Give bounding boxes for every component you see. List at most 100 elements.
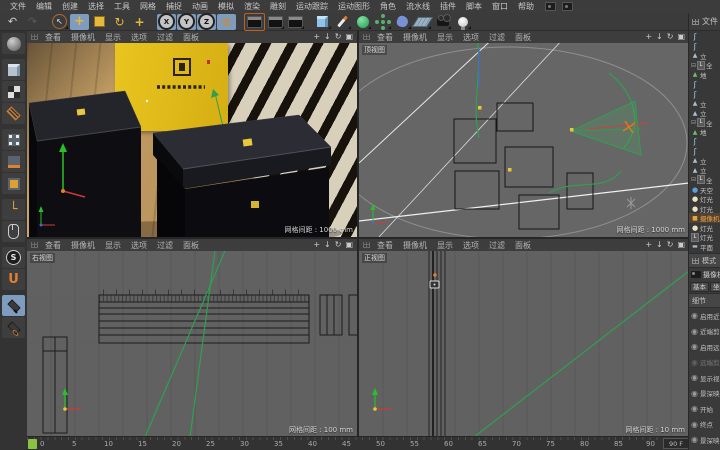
- lock-workplane-button[interactable]: [2, 295, 25, 316]
- add-mograph-button[interactable]: [373, 14, 392, 30]
- rotate-tool-button[interactable]: ↻: [110, 14, 129, 30]
- lock-z-axis-button[interactable]: Z: [197, 14, 216, 30]
- attribute-row[interactable]: ◉显示视: [689, 370, 720, 386]
- menu-plugins[interactable]: 插件: [435, 1, 461, 12]
- vp-menu-filter[interactable]: 过滤: [484, 240, 510, 251]
- object-tree-item-selected[interactable]: 摄像机: [689, 213, 720, 223]
- add-light-button[interactable]: [453, 14, 472, 30]
- tab-coordinates[interactable]: 坐标: [710, 282, 720, 292]
- object-tree-item[interactable]: 立: [689, 166, 720, 176]
- object-tree-item[interactable]: 立: [689, 99, 720, 109]
- vp-menu-panel[interactable]: 面板: [510, 240, 536, 251]
- menu-script[interactable]: 脚本: [461, 1, 487, 12]
- attribute-row[interactable]: ◉开始: [689, 401, 720, 417]
- vp-menu-view[interactable]: 查看: [372, 32, 398, 43]
- attribute-section-header[interactable]: 细节: [689, 293, 720, 308]
- render-to-picture-viewer-button[interactable]: [266, 14, 285, 30]
- attribute-row[interactable]: ◉终点: [689, 417, 720, 433]
- edges-mode-button[interactable]: [2, 151, 25, 172]
- vp-menu-view[interactable]: 查看: [40, 32, 66, 43]
- menu-window[interactable]: 窗口: [487, 1, 513, 12]
- object-tree-item[interactable]: [689, 137, 720, 147]
- render-settings-button[interactable]: [286, 14, 305, 30]
- menu-animate[interactable]: 动画: [187, 1, 213, 12]
- toggle-view-icon[interactable]: ▣: [677, 239, 685, 251]
- object-tree-item[interactable]: 平面: [689, 242, 720, 252]
- dolly-view-icon[interactable]: ↓: [656, 31, 663, 43]
- polygons-mode-button[interactable]: [2, 173, 25, 194]
- menu-file[interactable]: 文件: [5, 1, 31, 12]
- collapse-icon[interactable]: ⊟: [691, 62, 696, 69]
- orbit-view-icon[interactable]: ↻: [667, 31, 674, 43]
- magnet-snap-button[interactable]: U: [2, 269, 25, 290]
- move-tool-button[interactable]: +: [70, 14, 89, 30]
- object-tree-item[interactable]: 立: [689, 108, 720, 118]
- object-tree-item[interactable]: ⊟全: [689, 118, 720, 128]
- menu-edit[interactable]: 编辑: [31, 1, 57, 12]
- attribute-manager-mode-bar[interactable]: 模式: [689, 253, 720, 268]
- object-tree-item[interactable]: 天空: [689, 185, 720, 195]
- attribute-row[interactable]: ◉景深映: [689, 386, 720, 402]
- add-generator-button[interactable]: [353, 14, 372, 30]
- grip-dots-icon[interactable]: [31, 34, 38, 40]
- vp-menu-options[interactable]: 选项: [126, 240, 152, 251]
- pan-view-icon[interactable]: +: [313, 239, 320, 251]
- lock-y-axis-button[interactable]: Y: [177, 14, 196, 30]
- vp-menu-cameras[interactable]: 摄像机: [398, 32, 432, 43]
- vp-menu-filter[interactable]: 过滤: [484, 32, 510, 43]
- scale-tool-button[interactable]: [90, 14, 109, 30]
- menubar-camera-icon[interactable]: [562, 2, 573, 11]
- object-tree-item[interactable]: 灯光: [689, 194, 720, 204]
- vp-menu-panel[interactable]: 面板: [178, 240, 204, 251]
- vp-menu-view[interactable]: 查看: [40, 240, 66, 251]
- object-tree-item[interactable]: 地: [689, 127, 720, 137]
- viewport-top-scene[interactable]: 顶视图: [359, 43, 689, 237]
- tab-basic[interactable]: 基本: [690, 282, 709, 292]
- object-tree-item[interactable]: [689, 147, 720, 157]
- object-tree-item[interactable]: 灯光: [689, 204, 720, 214]
- current-frame-marker[interactable]: [28, 439, 37, 449]
- menu-character[interactable]: 角色: [375, 1, 401, 12]
- add-cube-primitive-button[interactable]: [313, 14, 332, 30]
- vp-menu-filter[interactable]: 过滤: [152, 32, 178, 43]
- vp-menu-display[interactable]: 显示: [100, 32, 126, 43]
- menu-sculpt[interactable]: 雕刻: [265, 1, 291, 12]
- undo-button[interactable]: ↶: [3, 14, 22, 30]
- orbit-view-icon[interactable]: ↻: [335, 239, 342, 251]
- menu-pipeline[interactable]: 流水线: [401, 1, 435, 12]
- menu-help[interactable]: 帮助: [513, 1, 539, 12]
- menubar-camera-icon[interactable]: [545, 2, 556, 11]
- orbit-view-icon[interactable]: ↻: [667, 239, 674, 251]
- menu-create[interactable]: 创建: [57, 1, 83, 12]
- vp-menu-view[interactable]: 查看: [372, 240, 398, 251]
- attribute-row[interactable]: ◉启用远: [689, 339, 720, 355]
- viewport-front-scene[interactable]: 正视图: [359, 251, 689, 437]
- render-view-button[interactable]: [244, 13, 265, 31]
- viewport-solo-button[interactable]: [2, 221, 25, 242]
- attribute-row[interactable]: ◉景深映: [689, 432, 720, 448]
- object-tree-item[interactable]: [689, 89, 720, 99]
- model-mode-button[interactable]: [2, 59, 25, 80]
- points-mode-button[interactable]: [2, 129, 25, 150]
- attribute-row[interactable]: ◉近端剪: [689, 324, 720, 340]
- dolly-view-icon[interactable]: ↓: [324, 31, 331, 43]
- vp-menu-panel[interactable]: 面板: [178, 32, 204, 43]
- vp-menu-display[interactable]: 显示: [432, 32, 458, 43]
- vp-menu-options[interactable]: 选项: [458, 32, 484, 43]
- attribute-row[interactable]: ◉启用近: [689, 308, 720, 324]
- pan-view-icon[interactable]: +: [313, 31, 320, 43]
- add-floor-button[interactable]: [413, 14, 432, 30]
- vp-menu-cameras[interactable]: 摄像机: [398, 240, 432, 251]
- toggle-view-icon[interactable]: ▣: [345, 31, 353, 43]
- animation-timeline[interactable]: 0 5 10 15 20 25 30 35 40 45 50 55 60 65 …: [27, 436, 689, 450]
- object-tree-item[interactable]: ⊟全: [689, 61, 720, 71]
- pan-view-icon[interactable]: +: [645, 239, 652, 251]
- enable-axis-button[interactable]: └: [2, 199, 25, 220]
- object-tree-item[interactable]: ⊟全: [689, 175, 720, 185]
- vp-menu-display[interactable]: 显示: [432, 240, 458, 251]
- coordinate-system-button[interactable]: ⊕: [217, 14, 236, 30]
- object-tree-item[interactable]: [689, 80, 720, 90]
- add-spline-pen-button[interactable]: [333, 14, 352, 30]
- vp-menu-options[interactable]: 选项: [458, 240, 484, 251]
- object-tree-item[interactable]: 立: [689, 156, 720, 166]
